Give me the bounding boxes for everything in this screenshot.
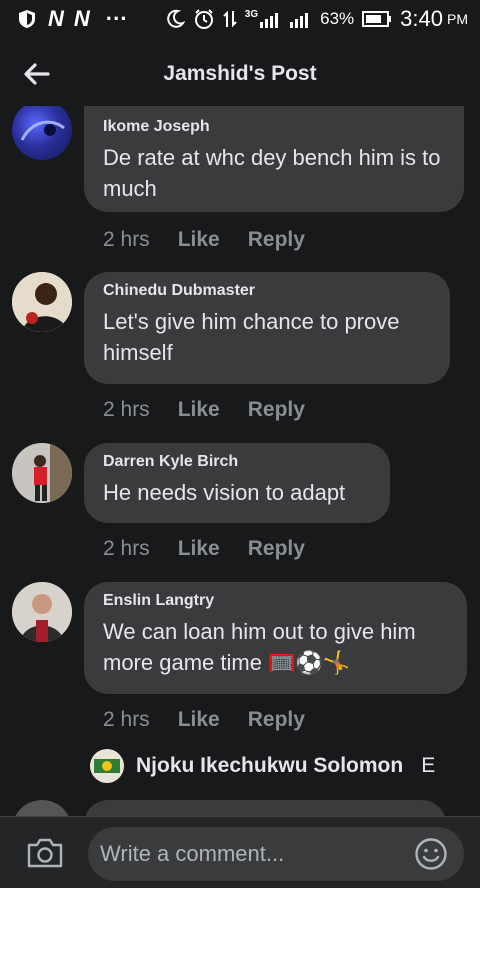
avatar-image (12, 272, 72, 332)
like-button[interactable]: Like (178, 537, 220, 561)
comment-list: Ikome Joseph De rate at whc dey bench hi… (0, 106, 480, 816)
clock: 3:40 (400, 6, 443, 31)
carrier-icon-1: N (48, 6, 64, 31)
alarm-icon (194, 9, 213, 29)
reply-button[interactable]: Reply (248, 708, 305, 732)
like-button[interactable]: Like (178, 708, 220, 732)
reply-button[interactable]: Reply (248, 228, 305, 252)
comment-bubble[interactable]: Chinedu Dubmaster Let's give him chance … (84, 272, 450, 384)
status-bar: N N ··· 3G 63% 3:40 PM (0, 0, 480, 36)
reply-snippet: E (421, 754, 436, 777)
reply-preview[interactable]: Njoku Ikechukwu Solomon E (90, 746, 435, 786)
screen: N N ··· 3G 63% 3:40 PM Jamshid's Post Ik… (0, 0, 480, 888)
camera-icon[interactable] (26, 837, 64, 869)
avatar-image (12, 443, 72, 503)
moon-icon (167, 9, 185, 28)
comment-time[interactable]: 2 hrs (103, 398, 150, 422)
comment-meta: 2 hrs Like Reply (103, 708, 305, 732)
comment-time[interactable]: 2 hrs (103, 537, 150, 561)
comment-author[interactable]: Ikome Joseph (103, 118, 444, 136)
more-dots-icon: ··· (105, 6, 128, 31)
battery-percent: 63% (320, 9, 355, 28)
comment-meta: 2 hrs Like Reply (103, 398, 305, 422)
comment-meta: 2 hrs Like Reply (103, 228, 305, 252)
comment-text: Let's give him chance to prove himself (103, 309, 400, 365)
avatar[interactable] (12, 106, 72, 160)
reply-button[interactable]: Reply (248, 537, 305, 561)
comment-author[interactable]: Darren Kyle Birch (103, 453, 370, 471)
avatar-image (12, 582, 72, 642)
avatar[interactable] (12, 272, 72, 332)
comment-bubble[interactable]: Enslin Langtry We can loan him out to gi… (84, 582, 467, 694)
comment-meta: 2 hrs Like Reply (103, 537, 305, 561)
comment-author[interactable]: Enslin Langtry (103, 592, 447, 610)
status-left: N N ··· (16, 6, 128, 32)
reply-avatar (90, 749, 124, 783)
avatar-image (20, 120, 65, 141)
app-bar: Jamshid's Post (0, 40, 480, 106)
data-transfer-icon (223, 10, 237, 28)
signal-icon (260, 13, 279, 28)
comment-text: De rate at whc dey bench him is to much (103, 145, 441, 201)
signal-icon-2 (290, 13, 309, 28)
carrier-icon-2: N (73, 6, 90, 31)
comment-bubble-partial (84, 800, 446, 816)
comment-author[interactable]: Chinedu Dubmaster (103, 282, 430, 300)
reply-button[interactable]: Reply (248, 398, 305, 422)
comment-bubble[interactable]: Darren Kyle Birch He needs vision to ada… (84, 443, 390, 523)
comment-text: He needs vision to adapt (103, 480, 346, 505)
avatar[interactable] (12, 582, 72, 642)
avatar[interactable] (12, 443, 72, 503)
comment-text: We can loan him out to give him more gam… (103, 619, 416, 675)
status-right: 3G 63% 3:40 PM (165, 6, 468, 32)
emoji-icon[interactable] (414, 837, 448, 871)
battery-icon (362, 11, 392, 27)
like-button[interactable]: Like (178, 228, 220, 252)
clock-ampm: PM (447, 11, 468, 27)
shield-icon (19, 10, 35, 28)
comment-composer (0, 816, 480, 888)
comment-time[interactable]: 2 hrs (103, 708, 150, 732)
like-button[interactable]: Like (178, 398, 220, 422)
reply-avatar-image (90, 749, 124, 783)
comment-bubble[interactable]: Ikome Joseph De rate at whc dey bench hi… (84, 106, 464, 212)
reply-author[interactable]: Njoku Ikechukwu Solomon (136, 754, 403, 778)
network-type: 3G (244, 8, 259, 20)
comment-input-wrap[interactable] (88, 827, 464, 881)
comment-input[interactable] (98, 840, 404, 868)
avatar-partial (12, 800, 72, 816)
comment-time[interactable]: 2 hrs (103, 228, 150, 252)
page-title: Jamshid's Post (163, 62, 317, 85)
